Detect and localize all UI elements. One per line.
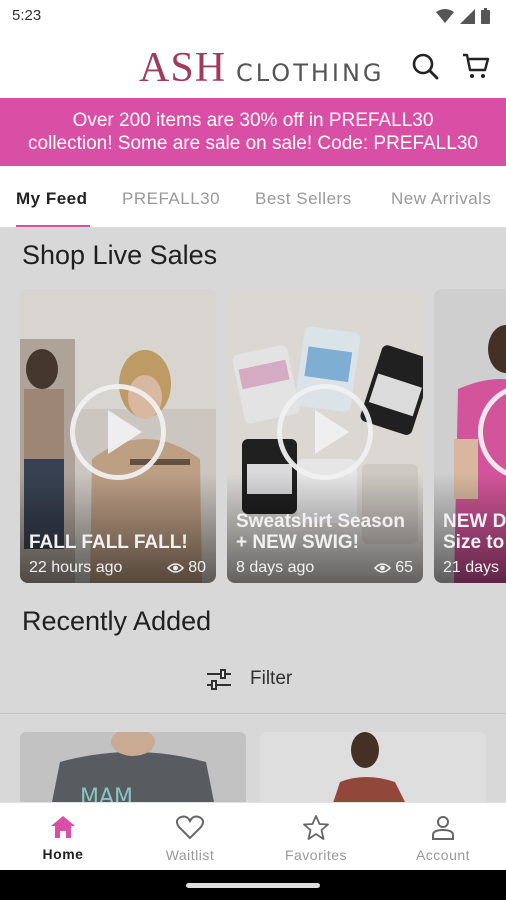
- card-views-count: 65: [395, 559, 413, 576]
- feed-content: Shop Live Sales FALL FALL FALL! 22 hours…: [0, 228, 506, 812]
- card-age: 22 hours ago: [29, 559, 123, 576]
- eye-icon: [374, 563, 392, 573]
- nav-favorites[interactable]: Favorites: [253, 815, 379, 863]
- card-title: FALL FALL FALL!: [29, 532, 188, 553]
- tab-my-feed[interactable]: My Feed: [16, 189, 88, 209]
- nav-waitlist[interactable]: Waitlist: [127, 815, 253, 863]
- brand-sub: CLOTHING: [236, 59, 385, 87]
- tab-new-arrivals[interactable]: New Arrivals: [391, 189, 491, 209]
- bottom-navigation: Home Waitlist Favorites Account: [0, 802, 506, 870]
- gesture-bar: [0, 870, 506, 900]
- card-title-line-1: NEW D: [443, 511, 506, 532]
- recently-added-title: Recently Added: [22, 606, 212, 636]
- nav-account[interactable]: Account: [380, 815, 506, 863]
- card-title: NEW D Size to: [443, 511, 506, 553]
- card-title-line-2: + NEW SWIG!: [236, 532, 359, 553]
- eye-icon: [167, 563, 185, 573]
- product-card[interactable]: MAM: [20, 732, 246, 812]
- nav-waitlist-label: Waitlist: [165, 847, 215, 863]
- signal-icon: [460, 8, 475, 24]
- brand-logo[interactable]: ASH CLOTHING: [139, 44, 385, 92]
- wifi-icon: [436, 8, 454, 23]
- nav-favorites-label: Favorites: [284, 847, 348, 863]
- card-title-line-2: Size to: [443, 532, 505, 553]
- promo-line-2: collection! Some are sale on sale! Code:…: [28, 133, 478, 154]
- home-indicator[interactable]: [186, 883, 320, 888]
- play-icon[interactable]: [277, 384, 373, 480]
- filter-label: Filter: [250, 668, 293, 689]
- card-views: 65: [374, 559, 413, 577]
- system-icons: [436, 8, 490, 24]
- battery-icon: [481, 8, 490, 24]
- app-screen: 5:23 ASH CLOTHING Over 200 items are 30%…: [0, 0, 506, 900]
- nav-home[interactable]: Home: [0, 815, 126, 862]
- card-views: 80: [167, 559, 206, 577]
- heart-icon: [175, 815, 205, 840]
- nav-home-label: Home: [42, 846, 84, 862]
- card-views-count: 80: [188, 559, 206, 576]
- card-age: 8 days ago: [236, 559, 315, 576]
- card-age: 21 days: [443, 559, 500, 576]
- live-sales-title: Shop Live Sales: [22, 240, 218, 270]
- product-thumbnail: MAM: [20, 732, 246, 812]
- product-card[interactable]: [260, 732, 486, 812]
- home-icon: [51, 816, 75, 838]
- sliders-icon: [207, 669, 231, 690]
- card-title: Sweatshirt Season + NEW SWIG!: [236, 511, 405, 553]
- status-time: 5:23: [12, 7, 42, 24]
- app-header: ASH CLOTHING: [0, 32, 506, 98]
- product-thumbnail: [260, 732, 486, 812]
- tab-prefall30[interactable]: PREFALL30: [122, 189, 220, 209]
- live-sale-card[interactable]: FALL FALL FALL! 22 hours ago 80: [20, 289, 216, 583]
- status-bar: 5:23: [0, 0, 506, 32]
- brand-main: ASH: [139, 45, 227, 91]
- live-sale-card[interactable]: NEW D Size to 21 days: [434, 289, 506, 583]
- promo-banner[interactable]: Over 200 items are 30% off in PREFALL30 …: [0, 98, 506, 166]
- nav-account-label: Account: [415, 847, 471, 863]
- card-title-line-1: Sweatshirt Season: [236, 511, 405, 532]
- tab-best-sellers[interactable]: Best Sellers: [255, 189, 352, 209]
- feed-tabs: My Feed PREFALL30 Best Sellers New Arriv…: [0, 166, 506, 228]
- filter-button[interactable]: Filter: [0, 658, 506, 714]
- star-icon: [303, 815, 329, 840]
- cart-icon[interactable]: [462, 52, 490, 80]
- live-sale-card[interactable]: Sweatshirt Season + NEW SWIG! 8 days ago…: [227, 289, 423, 583]
- search-icon[interactable]: [411, 52, 439, 80]
- person-icon: [432, 816, 454, 840]
- play-icon[interactable]: [70, 384, 166, 480]
- promo-line-1: Over 200 items are 30% off in PREFALL30: [72, 110, 434, 131]
